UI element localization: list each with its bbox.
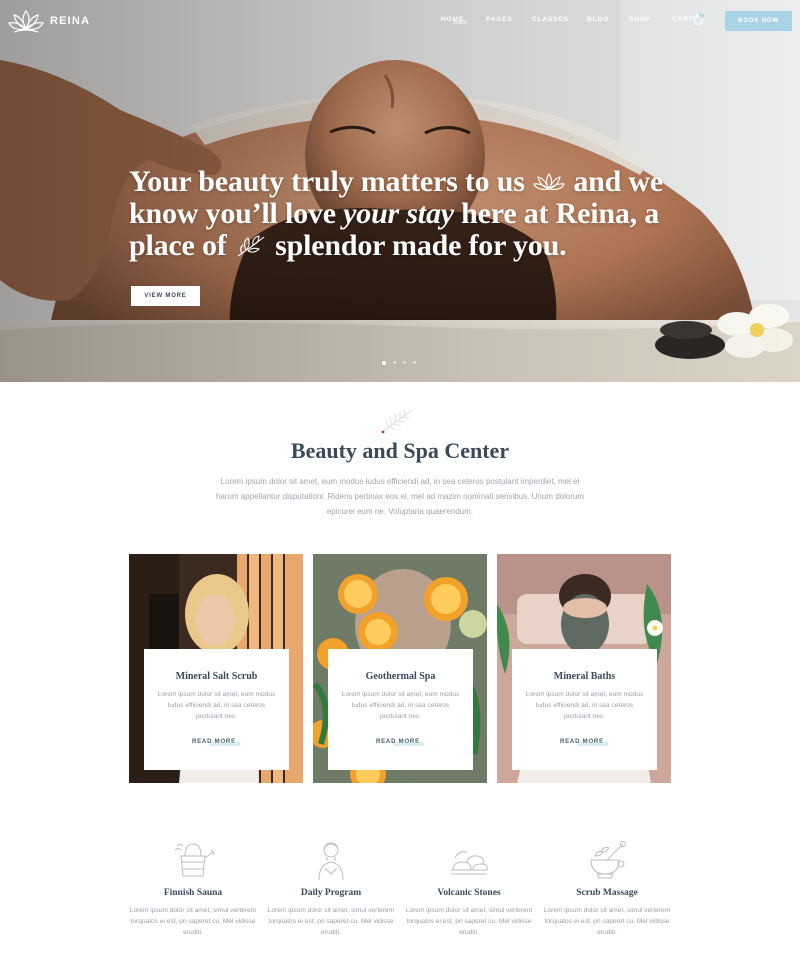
hero-line-1b: and we [573,165,664,198]
lotus-logo-icon [8,9,44,33]
nav-item-pages[interactable]: PAGES [486,16,513,23]
stones-icon [451,851,488,875]
card-title: Mineral Salt Scrub [175,671,258,682]
slider-pagination [382,361,416,365]
slider-dot-2[interactable] [393,361,396,364]
feature-text: Lorem ipsum dolor sit amet, simul verter… [129,907,257,936]
slider-dot-3[interactable] [403,361,406,364]
feature-title: Scrub Massage [576,888,638,898]
feature-text: Lorem ipsum dolor sit amet, simul verter… [543,907,671,936]
nav-item-classes[interactable]: CLASSES [532,16,569,23]
view-more-button[interactable]: VIEW MORE [131,286,200,306]
feature-title: Daily Program [300,888,362,898]
sauna-bucket-icon [174,843,215,877]
feature-item-stones: Volcanic Stones Lorem ipsum dolor sit am… [404,838,534,936]
hero-line-3b: splendor made for you. [275,229,567,262]
service-card-2: Geothermal Spa Lorem ipsum dolor sit ame… [328,649,473,770]
card-title: Geothermal Spa [365,671,436,682]
top-navigation: REINA HOME PAGES CLASSES BLOG SHOP CART … [0,0,800,42]
read-more-link[interactable]: READ MORE [560,739,608,746]
service-card-3: Mineral Baths Lorem ipsum dolor sit amet… [512,649,657,770]
feature-item-program: Daily Program Lorem ipsum dolor sit amet… [266,838,396,936]
hero-headline: Your beauty truly matters to us and we k… [129,166,689,262]
nav-item-blog[interactable]: BLOG [587,16,609,23]
hero-line-1a: Your beauty truly matters to us [129,165,525,198]
service-card-1: Mineral Salt Scrub Lorem ipsum dolor sit… [144,649,289,770]
feature-item-sauna: Finnish Sauna Lorem ipsum dolor sit amet… [128,838,258,936]
hero-slider: REINA HOME PAGES CLASSES BLOG SHOP CART … [0,0,800,382]
card-title: Mineral Baths [553,671,616,682]
section-title: Beauty and Spa Center [290,438,510,463]
nav-item-cart[interactable]: CART [672,16,694,23]
feature-title: Finnish Sauna [163,888,223,898]
brand-logo[interactable]: REINA [8,7,90,35]
hero-line-2-emphasis: your stay [343,197,454,230]
book-now-button[interactable]: BOOK NOW [725,11,792,31]
hero-line-3a: place of [129,229,227,262]
brand-name: REINA [50,15,91,27]
slider-dot-4[interactable] [413,361,416,364]
card-text: Lorem ipsum dolor sit amet, eum modus lu… [525,691,644,720]
section-description: Lorem ipsum dolor sit amet, eum modus lu… [215,477,585,516]
card-text: Lorem ipsum dolor sit amet, eum modus lu… [157,691,276,720]
hero-line-2a: know you’ll love [129,197,336,230]
shopping-bag-icon[interactable]: 0 [692,13,704,25]
feature-title: Volcanic Stones [437,888,501,898]
read-more-link[interactable]: READ MORE [376,739,424,746]
hero-line-2b: here at Reina, a [461,197,660,230]
mortar-pestle-icon [590,841,626,879]
woman-silhouette-icon [318,842,344,881]
feature-text: Lorem ipsum dolor sit amet, simul verter… [267,907,395,936]
feature-text: Lorem ipsum dolor sit amet, simul verter… [405,907,533,936]
card-text: Lorem ipsum dolor sit amet, eum modus lu… [341,691,460,720]
nav-item-home[interactable]: HOME [441,16,468,24]
slider-dot-1[interactable] [382,361,386,365]
nav-item-shop[interactable]: SHOP [629,16,651,23]
leaf-sprig-icon [237,235,265,257]
read-more-link[interactable]: READ MORE [192,739,240,746]
lotus-icon [533,173,565,191]
cart-count: 0 [701,14,703,18]
feature-item-scrub: Scrub Massage Lorem ipsum dolor sit amet… [542,838,672,936]
feather-icon [381,409,413,434]
